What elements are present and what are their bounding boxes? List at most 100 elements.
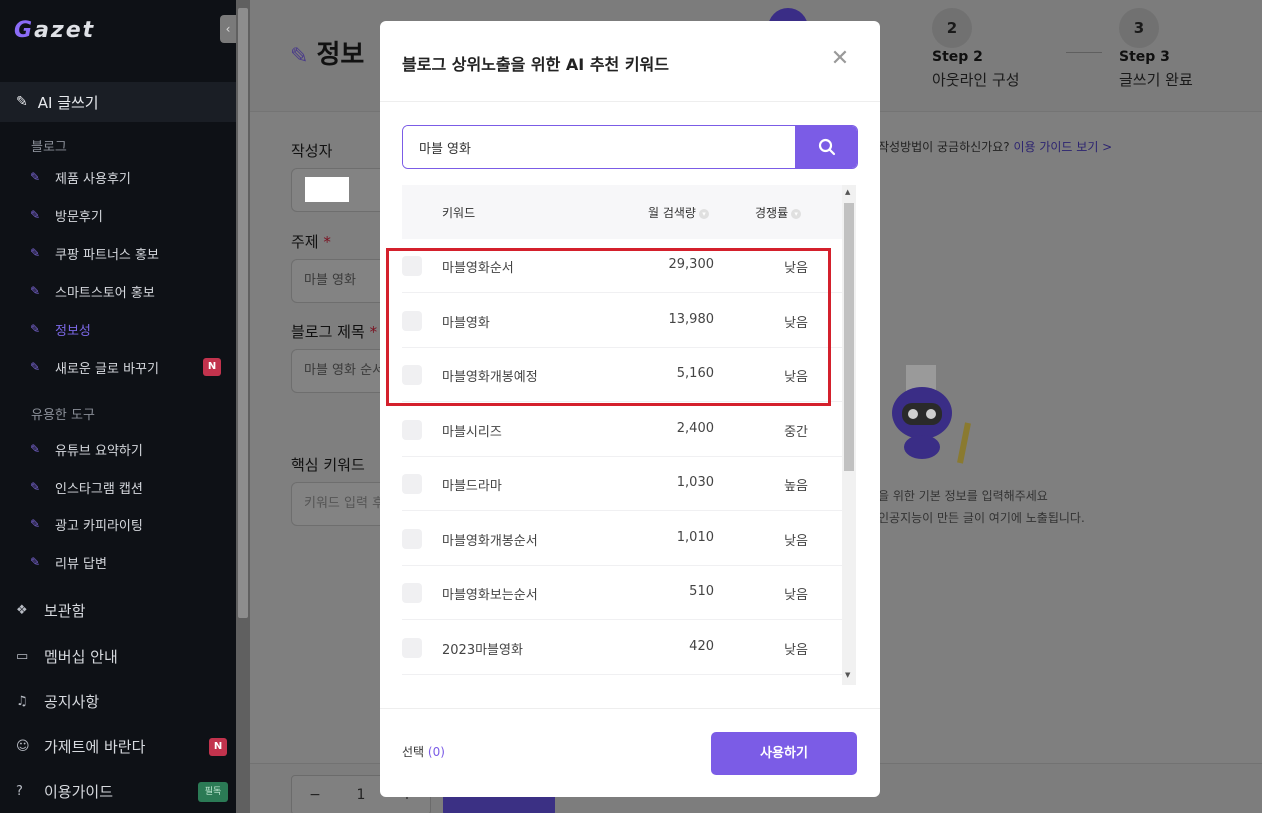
feedback-icon: ☺: [16, 739, 30, 754]
scroll-up-icon[interactable]: ▲: [845, 188, 850, 196]
keyword-modal: 블로그 상위노출을 위한 AI 추천 키워드 ✕ 키워드 월 검색량▾ 경쟁률▾…: [380, 21, 880, 797]
table-row[interactable]: 마블시리즈 2,400 중간: [402, 403, 842, 457]
sidebar-item-label: 인스타그램 캡션: [55, 481, 143, 497]
table-row[interactable]: 마블영화개봉순서 1,010 낮음: [402, 512, 842, 566]
sidebar-item-label: 이용가이드: [44, 783, 114, 801]
sidebar-item[interactable]: ❖ 보관함: [16, 600, 85, 621]
sidebar-item-label: 보관함: [44, 602, 86, 620]
document-edit-icon: ✎: [30, 246, 41, 260]
volume-cell: 420: [689, 638, 714, 654]
sidebar-item-label: 유튜브 요약하기: [55, 443, 143, 459]
volume-cell: 1,030: [676, 475, 714, 490]
close-icon[interactable]: ✕: [830, 48, 850, 70]
guide-hint: 작성방법이 궁금하신가요? 이용 가이드 보기 >: [878, 140, 1113, 154]
competition-cell: 높음: [784, 479, 808, 494]
sidebar-item[interactable]: ✎ 쿠팡 파트너스 홍보: [30, 242, 159, 264]
scroll-down-icon[interactable]: ▼: [845, 671, 850, 679]
competition-cell: 낮음: [784, 642, 808, 658]
card-icon: ▭: [16, 649, 29, 664]
competition-cell: 중간: [784, 424, 808, 440]
robot-illustration: [892, 365, 971, 464]
sidebar-item-label: AI 글쓰기: [37, 93, 99, 112]
table-header: 키워드 월 검색량 ▾ 경쟁률 ▾: [402, 185, 842, 239]
sidebar-item[interactable]: ✎ 리뷰 답변: [30, 551, 107, 573]
logo[interactable]: Gazet: [14, 18, 95, 43]
table-scrollbar-thumb[interactable]: [844, 203, 854, 471]
competition-cell: 낮음: [784, 533, 808, 549]
table-row[interactable]: 마블영화보는순서 510 낮음: [402, 566, 842, 620]
step-3-title: Step 3: [1119, 49, 1170, 65]
sidebar-collapse-button[interactable]: ‹: [220, 15, 236, 43]
search-button[interactable]: [795, 126, 857, 168]
keyword-cell: 마블영화보는순서: [442, 588, 538, 603]
highlight-box: [386, 248, 831, 406]
sidebar-item-label: 쿠팡 파트너스 홍보: [55, 247, 159, 263]
row-checkbox[interactable]: [402, 637, 422, 658]
step-3-circle: 3: [1119, 8, 1159, 48]
modal-footer: 선택 (0) 사용하기: [380, 708, 880, 797]
empty-state-line-2: 인공지능이 만든 글이 여기에 노출됩니다.: [878, 511, 1085, 525]
sidebar-item[interactable]: ✎ 새로운 글로 바꾸기: [30, 356, 159, 378]
sidebar-item[interactable]: ▭ 멤버십 안내: [16, 646, 118, 667]
step-3-sub: 글쓰기 완료: [1119, 71, 1193, 89]
row-checkbox[interactable]: [402, 528, 422, 549]
keyword-cell: 마블시리즈: [442, 424, 502, 440]
row-checkbox[interactable]: [402, 583, 422, 603]
help-icon: ?: [16, 784, 23, 799]
sort-icon[interactable]: ▾: [698, 208, 709, 219]
core-keyword-field[interactable]: 키워드 입력 후: [291, 482, 391, 526]
selected-count: 선택 (0): [402, 745, 445, 759]
bell-icon: ♫: [16, 694, 28, 709]
sidebar-item-label: 정보성: [55, 323, 91, 339]
minus-button[interactable]: −: [292, 787, 338, 803]
search-icon: [818, 138, 836, 156]
topic-field[interactable]: 마블 영화: [291, 259, 391, 303]
sidebar-item[interactable]: ✎ 인스타그램 캡션: [30, 476, 143, 498]
sidebar-item-label: 리뷰 답변: [55, 556, 107, 572]
section-blog: 블로그: [31, 140, 67, 155]
sidebar-item[interactable]: ♫ 공지사항: [16, 691, 99, 712]
blog-title-label: 블로그 제목 *: [291, 323, 378, 341]
sidebar-item[interactable]: ✎ 유튜브 요약하기: [30, 438, 143, 460]
col-volume[interactable]: 월 검색량 ▾: [648, 204, 709, 221]
sidebar-item[interactable]: ✎ 방문후기: [30, 204, 103, 226]
row-checkbox[interactable]: [402, 474, 422, 494]
sidebar-item[interactable]: ? 이용가이드: [16, 781, 113, 802]
row-checkbox[interactable]: [402, 419, 422, 440]
document-edit-icon: ✎: [30, 555, 41, 569]
blog-title-field[interactable]: 마블 영화 순서: [291, 349, 391, 393]
guide-link[interactable]: 이용 가이드 보기 >: [1013, 140, 1112, 154]
author-label: 작성자: [291, 142, 333, 160]
step-2-title: Step 2: [932, 49, 983, 65]
table-row[interactable]: 마블드라마 1,030 높음: [402, 457, 842, 511]
pencil-icon: ✎: [16, 94, 28, 110]
section-tools: 유용한 도구: [31, 408, 95, 423]
step-connector: [1066, 52, 1102, 53]
sidebar-item[interactable]: ☺ 가제트에 바란다: [16, 736, 145, 757]
table-row[interactable]: 2023마블영화 420 낮음: [402, 621, 842, 675]
document-edit-icon: ✎: [30, 480, 41, 494]
sidebar-item-ai-writing[interactable]: ✎ AI 글쓰기: [0, 82, 236, 122]
volume-cell: 510: [689, 584, 714, 599]
sidebar-item[interactable]: ✎ 정보성: [30, 318, 91, 340]
sidebar-item[interactable]: ✎ 스마트스토어 홍보: [30, 280, 155, 302]
sidebar-item[interactable]: ✎ 광고 카피라이팅: [30, 513, 143, 535]
sidebar-item[interactable]: ✎ 제품 사용후기: [30, 166, 131, 188]
keyword-cell: 마블영화개봉순서: [442, 533, 538, 549]
new-badge: N: [209, 738, 227, 756]
required-badge: 필독: [198, 782, 228, 802]
col-competition[interactable]: 경쟁률 ▾: [755, 204, 802, 221]
empty-state-line-1: 을 위한 기본 정보를 입력해주세요: [878, 489, 1048, 503]
quantity-value: 1: [356, 787, 366, 803]
sort-icon[interactable]: ▾: [791, 208, 802, 219]
table-scrollbar[interactable]: ▲ ▼: [842, 185, 856, 685]
use-button[interactable]: 사용하기: [711, 732, 857, 775]
volume-cell: 2,400: [676, 420, 714, 436]
document-edit-icon: ✎: [30, 208, 41, 222]
sidebar-item-label: 제품 사용후기: [55, 171, 131, 187]
sidebar: Gazet ✎ AI 글쓰기 블로그 ✎ 제품 사용후기 ✎ 방문후기 ✎ 쿠팡 파트너스…: [0, 0, 236, 813]
sidebar-item-label: 멤버십 안내: [44, 648, 118, 666]
search-input[interactable]: [403, 126, 795, 168]
keyword-cell: 2023마블영화: [442, 642, 523, 658]
page-scrollbar-thumb[interactable]: [238, 8, 248, 618]
